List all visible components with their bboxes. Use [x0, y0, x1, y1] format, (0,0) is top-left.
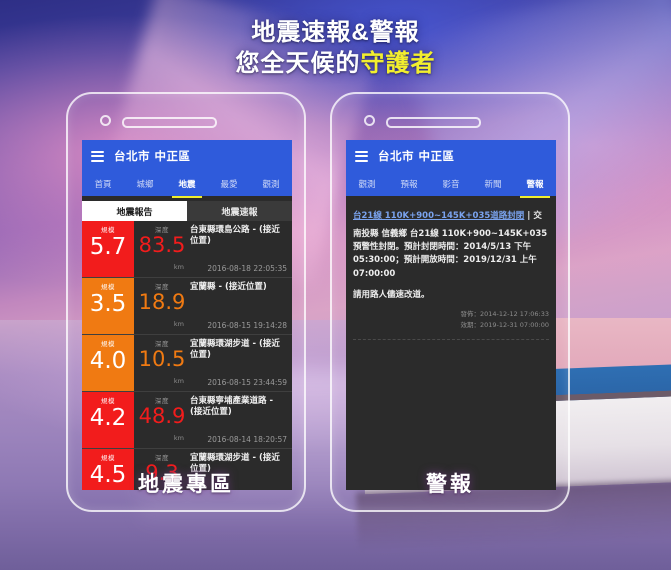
magnitude-value: 3.5 — [89, 291, 127, 317]
magnitude-label: 規模 — [101, 340, 115, 348]
app-screen-alert: 台北市 中正區 觀測 預報 影音 新聞 警報 台21線 110K+900~145… — [346, 140, 556, 490]
event-info-cell: 台東縣寧埔產業道路 - (接近位置) 2016-08-14 18:20:57 — [190, 392, 292, 448]
app-bar-left: 台北市 中正區 — [82, 140, 292, 172]
depth-value: 83.5 — [138, 233, 186, 257]
table-row[interactable]: 規模 4.2 深度 48.9 km 台東縣寧埔產業道路 - (接近位置) 2016-08-1… — [82, 392, 292, 449]
magnitude-label: 規模 — [101, 454, 115, 462]
caption-right: 警報 — [426, 473, 474, 496]
table-row[interactable]: 規模 3.5 深度 18.9 km 宜蘭縣 - (接近位置) 2016-08-15 19:1… — [82, 278, 292, 335]
depth-cell: 深度 18.9 km — [134, 278, 190, 334]
app-screen-earthquake: 台北市 中正區 首頁 城鄉 地震 最愛 觀測 地震報告 地震速報 規模 5.7 深度… — [82, 140, 292, 490]
depth-value: 48.9 — [138, 404, 186, 428]
speaker-grille-icon — [386, 117, 481, 128]
tab-bar-left: 首頁 城鄉 地震 最愛 觀測 — [82, 172, 292, 198]
alert-link-tail: | 交 — [524, 211, 542, 221]
tab-observation[interactable]: 觀測 — [250, 172, 292, 196]
depth-cell: 深度 10.5 km — [134, 335, 190, 391]
alert-issued-label: 發佈 — [460, 309, 474, 318]
magnitude-label: 規模 — [101, 283, 115, 291]
speaker-grille-icon — [122, 117, 217, 128]
tab-news[interactable]: 新聞 — [472, 172, 514, 196]
alert-panel: 台21線 110K+900~145K+035道路封閉 | 交 南投縣 信義鄉 台… — [346, 201, 556, 490]
alert-issued-row: 發佈：2014-12-12 17:06:33 — [460, 309, 549, 318]
hamburger-icon[interactable] — [355, 150, 368, 162]
hamburger-icon[interactable] — [91, 150, 104, 162]
alert-metadata: 發佈：2014-12-12 17:06:33 效期：2019-12-31 07:… — [353, 309, 549, 331]
earthquake-list[interactable]: 規模 5.7 深度 83.5 km 台東縣環島公路 - (接近位置) 2016-08-18 … — [82, 221, 292, 490]
event-info-cell: 台東縣環島公路 - (接近位置) 2016-08-18 22:05:35 — [190, 221, 292, 277]
tab-observation[interactable]: 觀測 — [346, 172, 388, 196]
event-location: 宜蘭縣環湖步道 - (接近位置) — [190, 339, 280, 361]
event-timestamp: 2016-08-15 19:14:28 — [207, 321, 287, 330]
event-info-cell: 宜蘭縣環湖步道 - (接近位置) 2016-08-15 23:44:59 — [190, 335, 292, 391]
app-bar-right: 台北市 中正區 — [346, 140, 556, 172]
depth-unit: km — [173, 320, 184, 329]
segment-earthquake-alert[interactable]: 地震速報 — [187, 201, 292, 221]
phone-mockup-right: 台北市 中正區 觀測 預報 影音 新聞 警報 台21線 110K+900~145… — [330, 92, 570, 512]
event-timestamp: 2016-08-18 22:05:35 — [207, 264, 287, 273]
segmented-control: 地震報告 地震速報 — [82, 201, 292, 221]
caption-left: 地震專區 — [138, 473, 234, 496]
alert-body-text: 南投縣 信義鄉 台21線 110K+900~145K+035 預警性封閉。預計封… — [353, 229, 548, 279]
magnitude-value: 4.2 — [89, 405, 127, 431]
tab-region[interactable]: 城鄉 — [124, 172, 166, 196]
magnitude-badge: 規模 4.0 — [82, 335, 134, 391]
location-title-left: 台北市 中正區 — [114, 149, 191, 163]
depth-unit: km — [173, 434, 184, 443]
depth-cell: 深度 83.5 km — [134, 221, 190, 277]
alert-note-text: 請用路人儘速改道。 — [353, 289, 430, 300]
alert-expiry-row: 效期：2019-12-31 07:00:00 — [460, 320, 549, 329]
magnitude-value: 4.0 — [89, 348, 127, 374]
camera-icon — [100, 115, 111, 126]
camera-icon — [364, 115, 375, 126]
location-title-right: 台北市 中正區 — [378, 149, 455, 163]
alert-expiry-value: 2019-12-31 07:00:00 — [479, 320, 549, 329]
tab-bar-right: 觀測 預報 影音 新聞 警報 — [346, 172, 556, 198]
event-location: 台東縣寧埔產業道路 - (接近位置) — [190, 396, 273, 418]
alert-separator — [353, 338, 549, 340]
event-info-cell: 宜蘭縣 - (接近位置) 2016-08-15 19:14:28 — [190, 278, 292, 334]
event-timestamp: 2016-08-15 23:44:59 — [207, 378, 287, 387]
phone-mockup-left: 台北市 中正區 首頁 城鄉 地震 最愛 觀測 地震報告 地震速報 規模 5.7 深度… — [66, 92, 306, 512]
depth-cell: 深度 48.9 km — [134, 392, 190, 448]
tab-earthquake[interactable]: 地震 — [166, 172, 208, 198]
alert-expiry-label: 效期 — [460, 320, 474, 329]
alert-issued-value: 2014-12-12 17:06:33 — [479, 309, 549, 318]
tab-favorites[interactable]: 最愛 — [208, 172, 250, 196]
tab-alert[interactable]: 警報 — [514, 172, 556, 198]
alert-link-text: 台21線 110K+900~145K+035道路封閉 — [353, 211, 525, 221]
event-timestamp: 2016-08-14 18:20:57 — [207, 435, 287, 444]
tab-forecast[interactable]: 預報 — [388, 172, 430, 196]
event-location: 宜蘭縣 - (接近位置) — [190, 282, 267, 292]
depth-unit: km — [173, 377, 184, 386]
tab-media[interactable]: 影音 — [430, 172, 472, 196]
event-location: 台東縣環島公路 - (接近位置) — [190, 225, 280, 247]
depth-value: 18.9 — [138, 290, 186, 314]
table-row[interactable]: 規模 4.0 深度 10.5 km 宜蘭縣環湖步道 - (接近位置) 2016-08-15 … — [82, 335, 292, 392]
magnitude-badge: 規模 5.7 — [82, 221, 134, 277]
depth-unit: km — [173, 263, 184, 272]
magnitude-label: 規模 — [101, 226, 115, 234]
tab-home[interactable]: 首頁 — [82, 172, 124, 196]
magnitude-badge: 規模 3.5 — [82, 278, 134, 334]
magnitude-value: 5.7 — [89, 234, 127, 260]
segment-earthquake-report[interactable]: 地震報告 — [82, 201, 187, 221]
magnitude-badge: 規模 4.2 — [82, 392, 134, 448]
alert-link[interactable]: 台21線 110K+900~145K+035道路封閉 | 交 — [353, 209, 549, 221]
table-row[interactable]: 規模 5.7 深度 83.5 km 台東縣環島公路 - (接近位置) 2016-08-18 … — [82, 221, 292, 278]
depth-value: 10.5 — [138, 347, 186, 371]
magnitude-label: 規模 — [101, 397, 115, 405]
